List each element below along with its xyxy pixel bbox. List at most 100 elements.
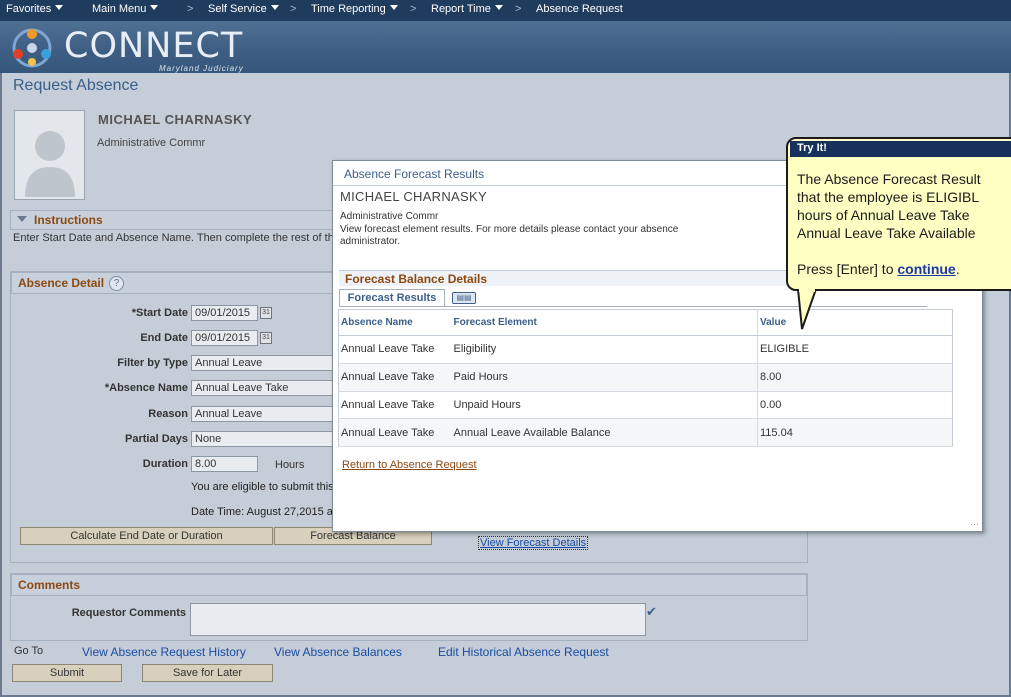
column-header-absence-name: Absence Name [338,309,452,336]
forecast-balance-details-title: Forecast Balance Details [345,272,488,286]
chevron-down-icon [55,5,64,10]
return-to-absence-request-link[interactable]: Return to Absence Request [342,459,477,471]
view-absence-request-history-link[interactable]: View Absence Request History [82,645,246,659]
absence-name-select[interactable]: Annual Leave Take [191,380,333,396]
callout-line: hours of Annual Leave Take [797,207,970,223]
view-forecast-details-link[interactable]: View Forecast Details [478,536,589,550]
chevron-down-icon [494,5,503,10]
instructions-title: Instructions [34,213,103,227]
forecast-element-cell: Eligibility [451,335,758,364]
partial-days-select[interactable]: None [191,431,333,447]
comments-title: Comments [18,578,81,592]
person-silhouette-icon [25,131,75,197]
continue-link[interactable]: continue [897,261,955,277]
employee-title: Administrative Commr [97,137,206,149]
callout-header-text: Try It! [797,142,827,154]
eligibility-message: You are eligible to submit this [191,481,334,493]
page-title: Request Absence [13,77,139,94]
callout-line: that the employee is ELIGIBL [797,189,980,205]
goto-label: Go To [14,645,44,657]
submit-button[interactable]: Submit [12,664,122,682]
requestor-comments-textarea[interactable] [190,603,646,636]
report-time-menu[interactable]: Report Time [431,3,503,15]
callout-line: Annual Leave Take Available [797,225,976,241]
column-header-forecast-element: Forecast Element [451,309,758,336]
show-all-columns-icon[interactable]: ▤▤ [452,292,476,304]
modal-description: View forecast element results. For more … [340,224,679,247]
time-reporting-menu[interactable]: Time Reporting [311,3,398,15]
comments-header [11,574,807,596]
avatar [14,110,85,200]
tab-underline [339,306,927,307]
help-icon[interactable]: ? [109,276,124,291]
brand-subtitle: Maryland Judiciary [159,64,244,73]
absence-name-cell: Annual Leave Take [338,363,452,392]
collapse-triangle-icon[interactable] [17,216,27,222]
breadcrumb-separator: > [515,3,522,15]
modal-employee-name: MICHAEL CHARNASKY [340,189,487,204]
tab-forecast-results[interactable]: Forecast Results [339,289,445,307]
save-for-later-button[interactable]: Save for Later [142,664,273,682]
absence-request-breadcrumb[interactable]: Absence Request [536,3,623,15]
resize-grip-icon[interactable]: ⋯ [970,519,980,529]
datetime-message: Date Time: August 27,2015 a [191,506,333,518]
duration-input[interactable]: 8.00 [191,456,258,472]
end-date-input[interactable]: 09/01/2015 [191,330,258,346]
self-service-menu[interactable]: Self Service [208,3,279,15]
favorites-menu[interactable]: Favorites [6,3,64,15]
calendar-icon[interactable]: 31 [260,307,272,319]
partial-days-label: Partial Days [125,433,188,445]
chevron-down-icon [389,5,398,10]
top-nav-bar: Favorites Main Menu > Self Service > Tim… [0,0,1011,21]
calendar-icon[interactable]: 31 [260,332,272,344]
employee-name: MICHAEL CHARNASKY [98,112,253,127]
chevron-down-icon [150,5,159,10]
instructions-text: Enter Start Date and Absence Name. Then … [13,232,340,244]
modal-title: Absence Forecast Results [344,167,485,181]
start-date-input[interactable]: 09/01/2015 [191,305,258,321]
filter-by-type-label: Filter by Type [117,357,188,369]
edit-historical-absence-request-link[interactable]: Edit Historical Absence Request [438,645,609,659]
spell-check-icon[interactable]: ✔ [646,604,662,619]
column-header-value: Value [757,309,953,336]
callout-line: The Absence Forecast Result [797,171,981,187]
breadcrumb-separator: > [187,3,194,15]
brand-name: CONNECT [64,26,244,66]
chevron-down-icon [270,5,279,10]
filter-by-type-select[interactable]: Annual Leave [191,355,333,371]
value-cell: 115.04 [757,418,953,447]
connect-logo-icon [12,28,52,68]
callout-instruction: Press [Enter] to continue. [797,261,960,277]
absence-name-cell: Annual Leave Take [338,391,452,420]
callout-body: The Absence Forecast Result that the emp… [797,170,1011,278]
table-row: Annual Leave Take Paid Hours 8.00 [338,363,953,392]
table-header-row: Absence Name Forecast Element Value [338,309,953,336]
start-date-label: *Start Date [131,307,188,319]
forecast-results-table: Absence Name Forecast Element Value Annu… [338,309,953,447]
reason-label: Reason [148,408,188,420]
absence-name-cell: Annual Leave Take [338,335,452,364]
value-cell: 8.00 [757,363,953,392]
end-date-label: End Date [140,332,188,344]
value-cell: ELIGIBLE [757,335,953,364]
value-cell: 0.00 [757,391,953,420]
callout-pointer [796,289,818,330]
forecast-element-cell: Unpaid Hours [451,391,758,420]
calculate-end-date-button[interactable]: Calculate End Date or Duration [20,527,273,545]
duration-unit: Hours [275,459,305,471]
duration-label: Duration [142,458,188,470]
forecast-element-cell: Paid Hours [451,363,758,392]
breadcrumb-separator: > [290,3,297,15]
forecast-element-cell: Annual Leave Available Balance [451,418,758,447]
absence-name-label: *Absence Name [104,382,188,394]
modal-employee-title: Administrative Commr [340,211,439,222]
absence-name-cell: Annual Leave Take [338,418,452,447]
view-absence-balances-link[interactable]: View Absence Balances [274,645,402,659]
table-row: Annual Leave Take Eligibility ELIGIBLE [338,335,953,364]
reason-select[interactable]: Annual Leave [191,406,333,422]
table-row: Annual Leave Take Unpaid Hours 0.00 [338,391,953,420]
requestor-comments-label: Requestor Comments [71,607,186,619]
absence-detail-title: Absence Detail [18,276,105,290]
main-menu[interactable]: Main Menu [92,3,159,15]
table-row: Annual Leave Take Annual Leave Available… [338,418,953,447]
